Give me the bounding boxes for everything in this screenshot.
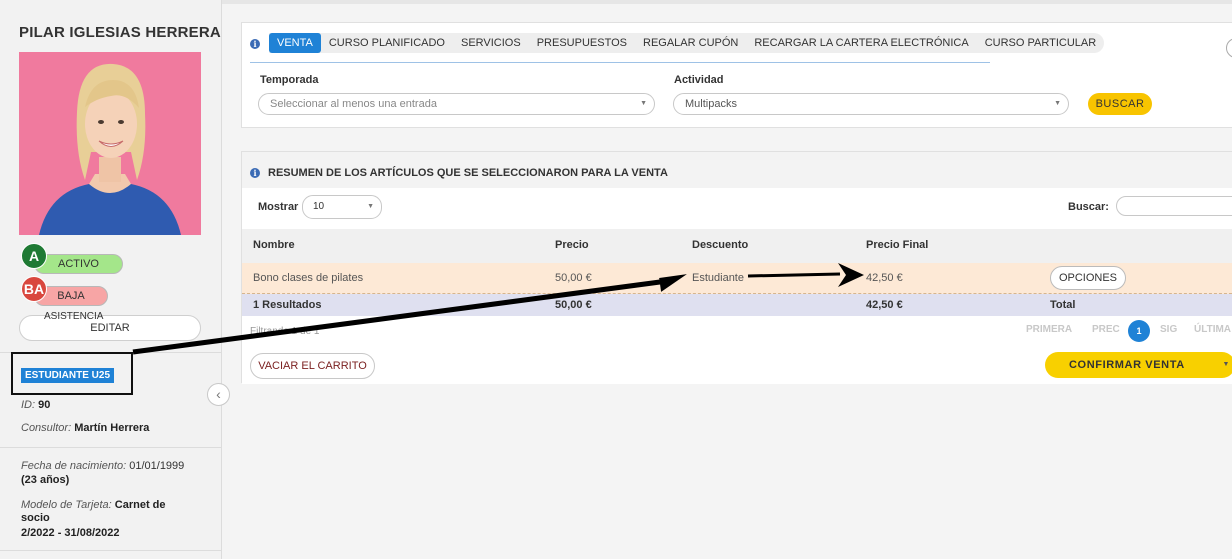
member-id-label: ID: [21,399,36,411]
pager-next[interactable]: SIG [1160,324,1177,335]
sidebar-collapse-button[interactable]: ‹ [207,383,230,406]
confirmar-venta-label: CONFIRMAR VENTA [1069,359,1185,371]
member-name: PILAR IGLESIAS HERRERA [19,24,221,41]
tab-regalar-cupon[interactable]: REGALAR CUPÓN [635,33,746,53]
table-search-label: Buscar: [1068,201,1109,213]
temporada-label: Temporada [260,74,319,86]
confirmar-venta-button[interactable]: CONFIRMAR VENTA ▼ [1045,352,1232,378]
summary-panel: i RESUMEN DE LOS ARTÍCULOS QUE SE SELECC… [241,151,1232,384]
table-footer: 1 Resultados 50,00 € 42,50 € Total [242,294,1232,316]
sidebar-divider [0,447,222,448]
column-precio[interactable]: Precio [555,239,589,251]
tab-strip: VENTA CURSO PLANIFICADO SERVICIOS PRESUP… [269,33,1105,53]
actividad-value: Multipacks [685,98,737,110]
info-icon: i [250,168,260,178]
table-search-input[interactable] [1116,196,1232,216]
member-photo [19,52,201,235]
member-consultor-value: Martín Herrera [74,422,150,434]
status-ba-icon: BA [21,276,47,302]
pager-current[interactable]: 1 [1128,320,1150,342]
footer-total: Total [1050,299,1076,311]
opciones-button[interactable]: OPCIONES [1050,266,1126,290]
temporada-placeholder: Seleccionar al menos una entrada [270,98,437,110]
table-row: Bono clases de pilates 50,00 € Estudiant… [242,263,1232,294]
member-birthdate-label: Fecha de nacimiento: [21,460,127,472]
member-card-model-cont: socio [21,512,50,524]
member-consultor-label: Consultor: [21,422,72,434]
mostrar-select[interactable]: 10 ▼ [302,195,382,219]
summary-header: i RESUMEN DE LOS ARTÍCULOS QUE SE SELECC… [250,167,668,179]
row-nombre: Bono clases de pilates [253,272,364,284]
row-descuento: Estudiante [692,272,744,284]
member-birthdate-value: 01/01/1999 [129,460,185,472]
status-activo-badge: ACTIVO [34,254,123,274]
footer-precio-final: 42,50 € [866,299,903,311]
actividad-select[interactable]: Multipacks ▼ [673,93,1069,115]
caret-down-icon: ▼ [640,100,647,107]
asistencia-label: ASISTENCIA [44,311,104,322]
tab-curso-particular[interactable]: CURSO PARTICULAR [977,33,1104,53]
member-card-label: Modelo de Tarjeta: [21,499,112,511]
summary-content: Mostrar 10 ▼ Buscar: Nombre Precio Descu… [242,188,1232,384]
member-photo-image [19,52,201,235]
tab-venta[interactable]: VENTA [269,33,321,53]
sidebar-divider [0,550,222,551]
actividad-label: Actividad [674,74,724,86]
member-birthdate: Fecha de nacimiento: 01/01/1999 [21,460,184,472]
column-nombre[interactable]: Nombre [253,239,295,251]
member-age: (23 años) [21,474,69,486]
sales-panel: i VENTA CURSO PLANIFICADO SERVICIOS PRES… [241,22,1232,128]
status-a-icon: A [21,243,47,269]
info-icon: i [250,39,260,49]
column-descuento[interactable]: Descuento [692,239,748,251]
filter-info: Filtrando 1 de 1 [250,326,320,337]
member-sidebar: PILAR IGLESIAS HERRERA ACTIVO A BAJA BA … [0,0,222,559]
member-card-model: Modelo de Tarjeta: Carnet de [21,499,166,511]
pager-first[interactable]: PRIMERA [1026,324,1072,335]
tab-curso-planificado[interactable]: CURSO PLANIFICADO [321,33,453,53]
temporada-select[interactable]: Seleccionar al menos una entrada ▼ [258,93,655,115]
member-id: ID: 90 [21,399,50,411]
buscar-button[interactable]: BUSCAR [1088,93,1152,115]
caret-down-icon[interactable]: ▼ [1222,352,1230,378]
top-bar [222,0,1232,4]
tab-presupuestos[interactable]: PRESUPUESTOS [529,33,635,53]
pager-prev[interactable]: PREC [1092,324,1120,335]
member-id-value: 90 [38,399,51,411]
member-card-dates-value: 2/2022 - 31/08/2022 [21,527,120,539]
mostrar-value: 10 [313,201,325,212]
row-precio-final: 42,50 € [866,272,903,284]
tab-servicios[interactable]: SERVICIOS [453,33,529,53]
caret-down-icon: ▼ [1054,100,1061,107]
table-header: Nombre Precio Descuento Precio Final [242,229,1232,263]
caret-down-icon: ▼ [367,203,374,210]
tab-underline [250,62,990,63]
member-age-value: (23 años) [21,474,70,486]
summary-title: RESUMEN DE LOS ARTÍCULOS QUE SE SELECCIO… [268,167,668,179]
tab-recargar-cartera[interactable]: RECARGAR LA CARTERA ELECTRÓNICA [746,33,976,53]
vaciar-carrito-button[interactable]: VACIAR EL CARRITO [250,353,375,379]
footer-precio: 50,00 € [555,299,592,311]
annotation-highlight-box [11,352,133,395]
chevron-left-icon: ‹ [216,386,221,402]
member-card-value-cont: socio [21,512,50,524]
pager-last[interactable]: ÚLTIMA [1194,324,1231,335]
column-precio-final[interactable]: Precio Final [866,239,928,251]
member-card-dates: 2/2022 - 31/08/2022 [21,527,119,539]
row-precio: 50,00 € [555,272,592,284]
mostrar-label: Mostrar [258,201,299,213]
sales-tabs: i VENTA CURSO PLANIFICADO SERVICIOS PRES… [250,33,1105,53]
footer-resultados: 1 Resultados [253,299,322,311]
member-card-value: Carnet de [114,499,166,511]
member-consultor: Consultor: Martín Herrera [21,422,149,434]
